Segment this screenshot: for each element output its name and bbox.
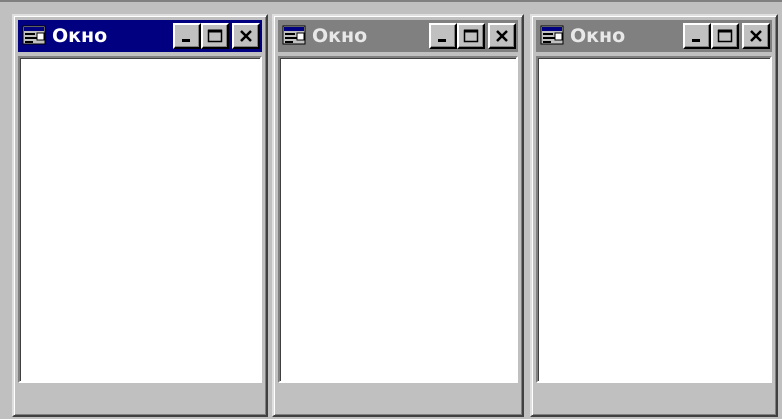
minimize-button[interactable] xyxy=(173,23,201,49)
minimize-button[interactable] xyxy=(429,23,457,49)
close-icon xyxy=(496,30,508,42)
window-1-client-area[interactable] xyxy=(18,56,262,383)
minimize-icon xyxy=(438,39,446,42)
window-app-icon[interactable] xyxy=(540,25,566,47)
minimize-icon xyxy=(692,39,700,42)
window-1-titlebar[interactable]: Окно xyxy=(18,20,262,52)
window-app-icon[interactable] xyxy=(22,25,48,47)
window-2-titlebar[interactable]: Окно xyxy=(278,20,518,52)
window-2-title: Окно xyxy=(312,25,368,47)
window-3-titlebar[interactable]: Окно xyxy=(536,20,772,52)
close-icon xyxy=(750,30,762,42)
close-button[interactable] xyxy=(742,23,770,49)
close-icon xyxy=(240,30,252,42)
window-1[interactable]: Окно xyxy=(12,14,268,417)
window-1-title: Окно xyxy=(52,25,108,47)
window-app-icon[interactable] xyxy=(282,25,308,47)
maximize-button[interactable] xyxy=(711,23,739,49)
maximize-icon xyxy=(463,29,479,43)
close-button[interactable] xyxy=(488,23,516,49)
minimize-icon xyxy=(182,39,190,42)
maximize-button[interactable] xyxy=(201,23,229,49)
window-3[interactable]: Окно xyxy=(530,14,778,417)
minimize-button[interactable] xyxy=(683,23,711,49)
window-3-title: Окно xyxy=(570,25,626,47)
close-button[interactable] xyxy=(232,23,260,49)
maximize-button[interactable] xyxy=(457,23,485,49)
maximize-icon xyxy=(207,29,223,43)
window-3-client-area[interactable] xyxy=(536,56,772,383)
desktop: Окно Окно Окно xyxy=(0,0,782,419)
window-2[interactable]: Окно xyxy=(272,14,524,417)
maximize-icon xyxy=(717,29,733,43)
window-2-client-area[interactable] xyxy=(278,56,518,383)
